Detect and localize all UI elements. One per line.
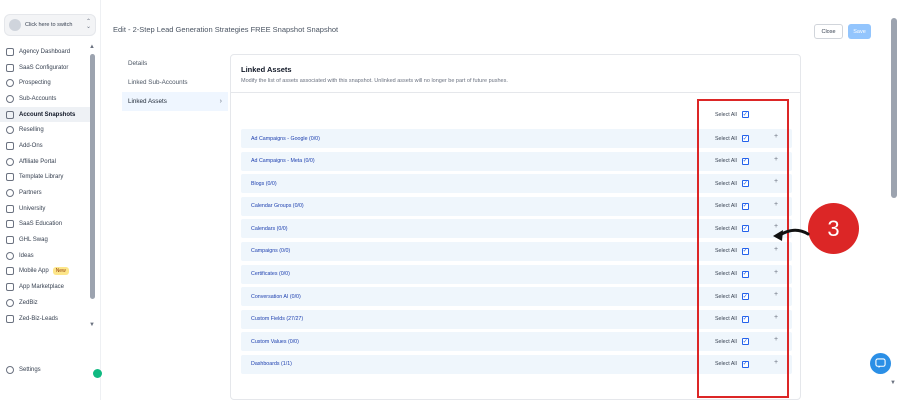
sidebar-item-mobile-app[interactable]: Mobile App New (0, 264, 90, 280)
app-root: Click here to switch ⌃ ⌄ Agency Dashboard… (0, 0, 900, 400)
tab-details[interactable]: Details (122, 54, 228, 73)
sidebar-item-label: App Marketplace (19, 284, 65, 291)
sidebar-item-reselling[interactable]: Reselling (0, 122, 90, 138)
sidebar-item-label: Partners (19, 190, 42, 197)
sidebar-scrollbar[interactable]: ▲ ▼ (89, 44, 95, 328)
tab-label: Details (128, 60, 148, 67)
new-badge: New (52, 267, 69, 276)
scroll-down-icon[interactable]: ▼ (89, 322, 95, 328)
sidebar-item-partners[interactable]: Partners (0, 185, 90, 201)
gear-icon (6, 366, 14, 374)
panel-subtitle: Modify the list of assets associated wit… (241, 78, 508, 84)
close-button[interactable]: Close (814, 24, 843, 39)
chevron-updown-icon: ⌃ ⌄ (85, 19, 91, 30)
reselling-icon (6, 126, 14, 135)
swag-icon (6, 236, 14, 245)
dashboard-icon (6, 47, 14, 56)
tab-linked-sub-accounts[interactable]: Linked Sub-Accounts (122, 73, 228, 92)
sidebar-item-label: Reselling (19, 127, 44, 134)
sidebar-item-saas-education[interactable]: SaaS Education (0, 217, 90, 233)
sidebar-item-template-library[interactable]: Template Library (0, 170, 90, 186)
sidebar-item-add-ons[interactable]: Add-Ons (0, 138, 90, 154)
sidebar-item-ideas[interactable]: Ideas (0, 248, 90, 264)
sidebar-item-prospecting[interactable]: Prospecting (0, 75, 90, 91)
config-icon (6, 63, 14, 72)
settings-tabs: Details Linked Sub-Accounts Linked Asset… (122, 54, 228, 111)
sidebar-item-label: GHL Swag (19, 237, 48, 244)
sidebar-item-label: Prospecting (19, 80, 51, 87)
zedbiz-icon (6, 298, 14, 307)
user-icon (6, 94, 14, 103)
account-avatar-icon (9, 19, 21, 31)
scroll-up-icon[interactable]: ▲ (89, 44, 95, 50)
addons-icon (6, 141, 14, 150)
panel-title: Linked Assets (241, 65, 292, 74)
annotation-step-badge: 3 (808, 203, 859, 254)
sidebar-item-label: Add-Ons (19, 142, 43, 149)
sidebar-item-label: Zed-Biz-Leads (19, 315, 59, 322)
sidebar-item-label: SaaS Education (19, 221, 63, 228)
sidebar-item-label: SaaS Configurator (19, 64, 69, 71)
chat-icon (875, 358, 886, 369)
sidebar-item-university[interactable]: University (0, 201, 90, 217)
scroll-down-icon[interactable]: ▼ (890, 380, 896, 386)
sidebar-item-agency-dashboard[interactable]: Agency Dashboard (0, 44, 90, 60)
snapshot-icon (6, 110, 14, 119)
sidebar-item-label: Sub-Accounts (19, 95, 57, 102)
status-indicator (93, 369, 102, 378)
sidebar-item-account-snapshots[interactable]: Account Snapshots (0, 106, 90, 123)
sidebar-item-label: Affiliate Portal (19, 158, 56, 165)
sidebar-item-label: ZedBiz (19, 299, 38, 306)
sidebar-item-zed-biz-leads[interactable]: Zed-Biz-Leads (0, 311, 90, 327)
sidebar-item-app-marketplace[interactable]: App Marketplace (0, 279, 90, 295)
sidebar-item-label: Agency Dashboard (19, 48, 71, 55)
mobile-icon (6, 267, 14, 276)
page-scroll-thumb[interactable] (891, 18, 897, 198)
sidebar: Click here to switch ⌃ ⌄ Agency Dashboard… (0, 0, 102, 400)
tab-linked-assets[interactable]: Linked Assets › (122, 92, 228, 111)
switcher-label: Click here to switch (25, 22, 73, 28)
sidebar-nav: Agency Dashboard SaaS Configurator Prosp… (0, 44, 90, 326)
chat-widget-button[interactable] (870, 353, 891, 374)
annotation-arrow-icon (773, 228, 810, 241)
tab-label: Linked Sub-Accounts (128, 79, 188, 86)
marketplace-icon (6, 283, 14, 292)
page-scrollbar[interactable]: ▼ (890, 14, 897, 390)
settings-label: Settings (19, 367, 41, 373)
tab-label: Linked Assets (128, 98, 167, 105)
sidebar-item-sub-accounts[interactable]: Sub-Accounts (0, 91, 90, 107)
ideas-icon (6, 251, 14, 260)
sidebar-item-label: University (19, 205, 46, 212)
annotation-highlight-box (697, 99, 789, 398)
page-title: Edit - 2-Step Lead Generation Strategies… (113, 25, 339, 34)
sidebar-item-label: Account Snapshots (19, 111, 76, 118)
affiliate-icon (6, 157, 14, 166)
university-icon (6, 204, 14, 213)
prospecting-icon (6, 79, 14, 88)
education-icon (6, 220, 14, 229)
partners-icon (6, 189, 14, 198)
account-switcher[interactable]: Click here to switch ⌃ ⌄ (4, 14, 96, 36)
save-button[interactable]: Save (848, 24, 871, 39)
sidebar-item-settings[interactable]: Settings (6, 366, 41, 374)
sidebar-item-ghl-swag[interactable]: GHL Swag (0, 232, 90, 248)
sidebar-item-label: Mobile App (19, 268, 49, 275)
sidebar-item-affiliate-portal[interactable]: Affiliate Portal (0, 154, 90, 170)
sidebar-item-saas-configurator[interactable]: SaaS Configurator (0, 60, 90, 76)
chevron-right-icon: › (219, 98, 222, 105)
leads-icon (6, 314, 14, 323)
template-icon (6, 173, 14, 182)
sidebar-item-label: Template Library (19, 174, 64, 181)
sidebar-item-label: Ideas (19, 252, 34, 259)
sidebar-scroll-thumb[interactable] (90, 54, 95, 299)
panel-header: Linked Assets Modify the list of assets … (231, 55, 800, 93)
sidebar-item-zedbiz[interactable]: ZedBiz (0, 295, 90, 311)
